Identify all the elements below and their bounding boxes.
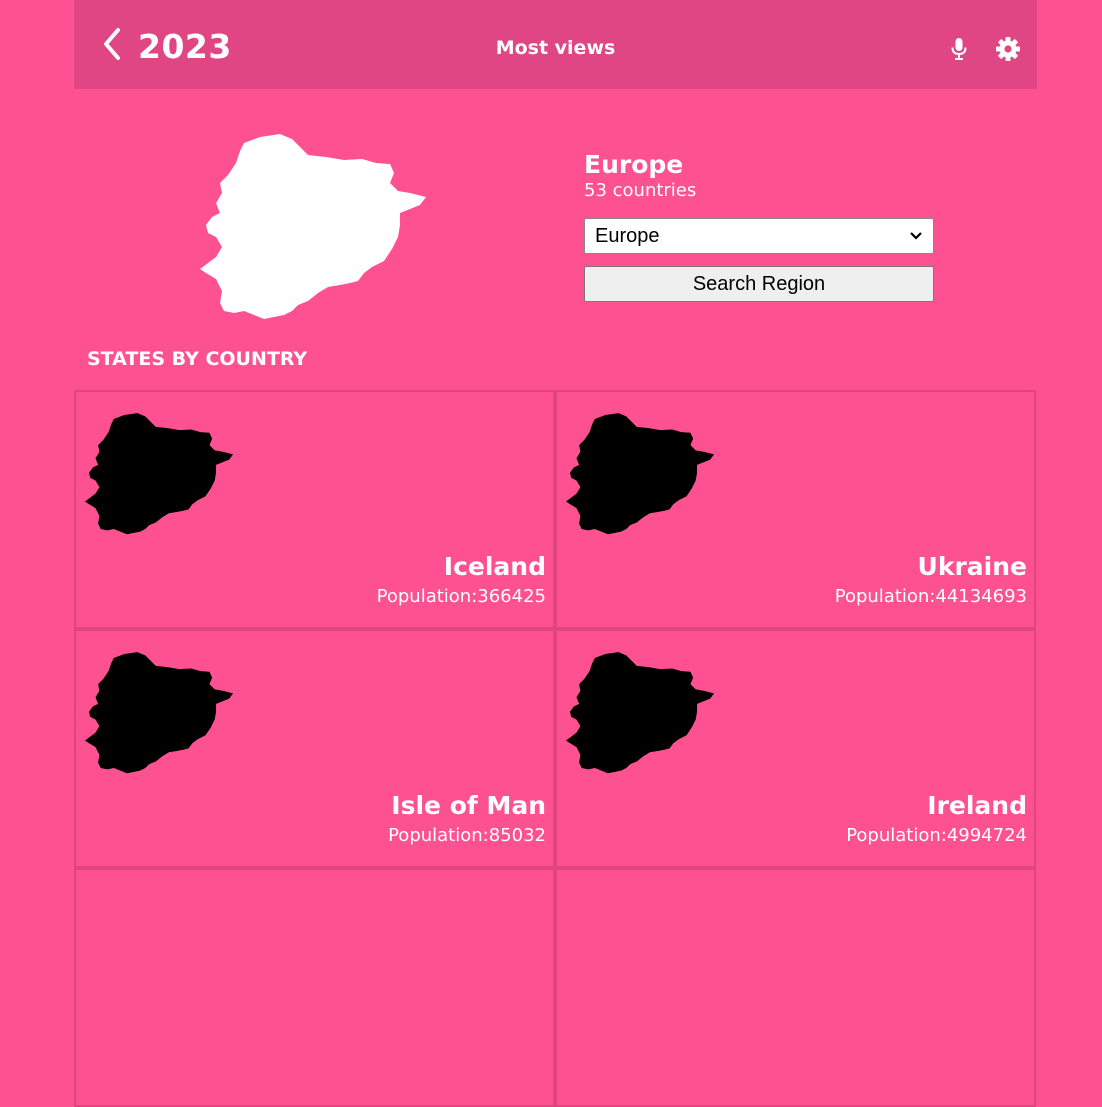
country-card-partial[interactable] (74, 868, 555, 1107)
country-map-image (85, 413, 234, 535)
app-container: 2023 Most views Europe 53 countries Euro… (74, 0, 1037, 1107)
country-population: Population:85032 (388, 825, 546, 846)
page-title: 2023 (138, 27, 232, 66)
chevron-left-icon (104, 28, 120, 60)
country-grid: Iceland Population:366425 Ukraine Popula… (74, 390, 1037, 1107)
gear-icon (996, 37, 1020, 61)
region-select[interactable]: Europe (584, 218, 934, 254)
country-map-image (566, 652, 715, 774)
section-title: STATES BY COUNTRY (87, 348, 308, 370)
region-info-panel: Europe 53 countries Europe Search Region (584, 150, 944, 302)
country-card-isle-of-man[interactable]: Isle of Man Population:85032 (74, 629, 555, 868)
region-name: Europe (584, 150, 684, 179)
country-population: Population:44134693 (834, 586, 1027, 607)
microphone-icon (951, 38, 967, 60)
region-country-count: 53 countries (584, 180, 697, 201)
country-population: Population:4994724 (846, 825, 1027, 846)
country-card-partial[interactable] (555, 868, 1036, 1107)
country-card-ireland[interactable]: Ireland Population:4994724 (555, 629, 1036, 868)
country-card-ukraine[interactable]: Ukraine Population:44134693 (555, 390, 1036, 629)
microphone-button[interactable] (949, 37, 969, 61)
country-map-image (85, 652, 234, 774)
country-card-iceland[interactable]: Iceland Population:366425 (74, 390, 555, 629)
country-population: Population:366425 (376, 586, 546, 607)
country-name: Iceland (443, 552, 546, 581)
country-name: Isle of Man (391, 791, 546, 820)
chevron-down-icon (910, 232, 922, 240)
country-name: Ireland (927, 791, 1027, 820)
region-select-value: Europe (595, 224, 660, 247)
country-name: Ukraine (917, 552, 1027, 581)
back-button[interactable] (98, 24, 128, 64)
region-map-image (200, 134, 426, 319)
settings-button[interactable] (995, 36, 1021, 62)
country-map-image (566, 413, 715, 535)
search-region-button[interactable]: Search Region (584, 266, 934, 302)
app-header: 2023 Most views (74, 0, 1037, 89)
